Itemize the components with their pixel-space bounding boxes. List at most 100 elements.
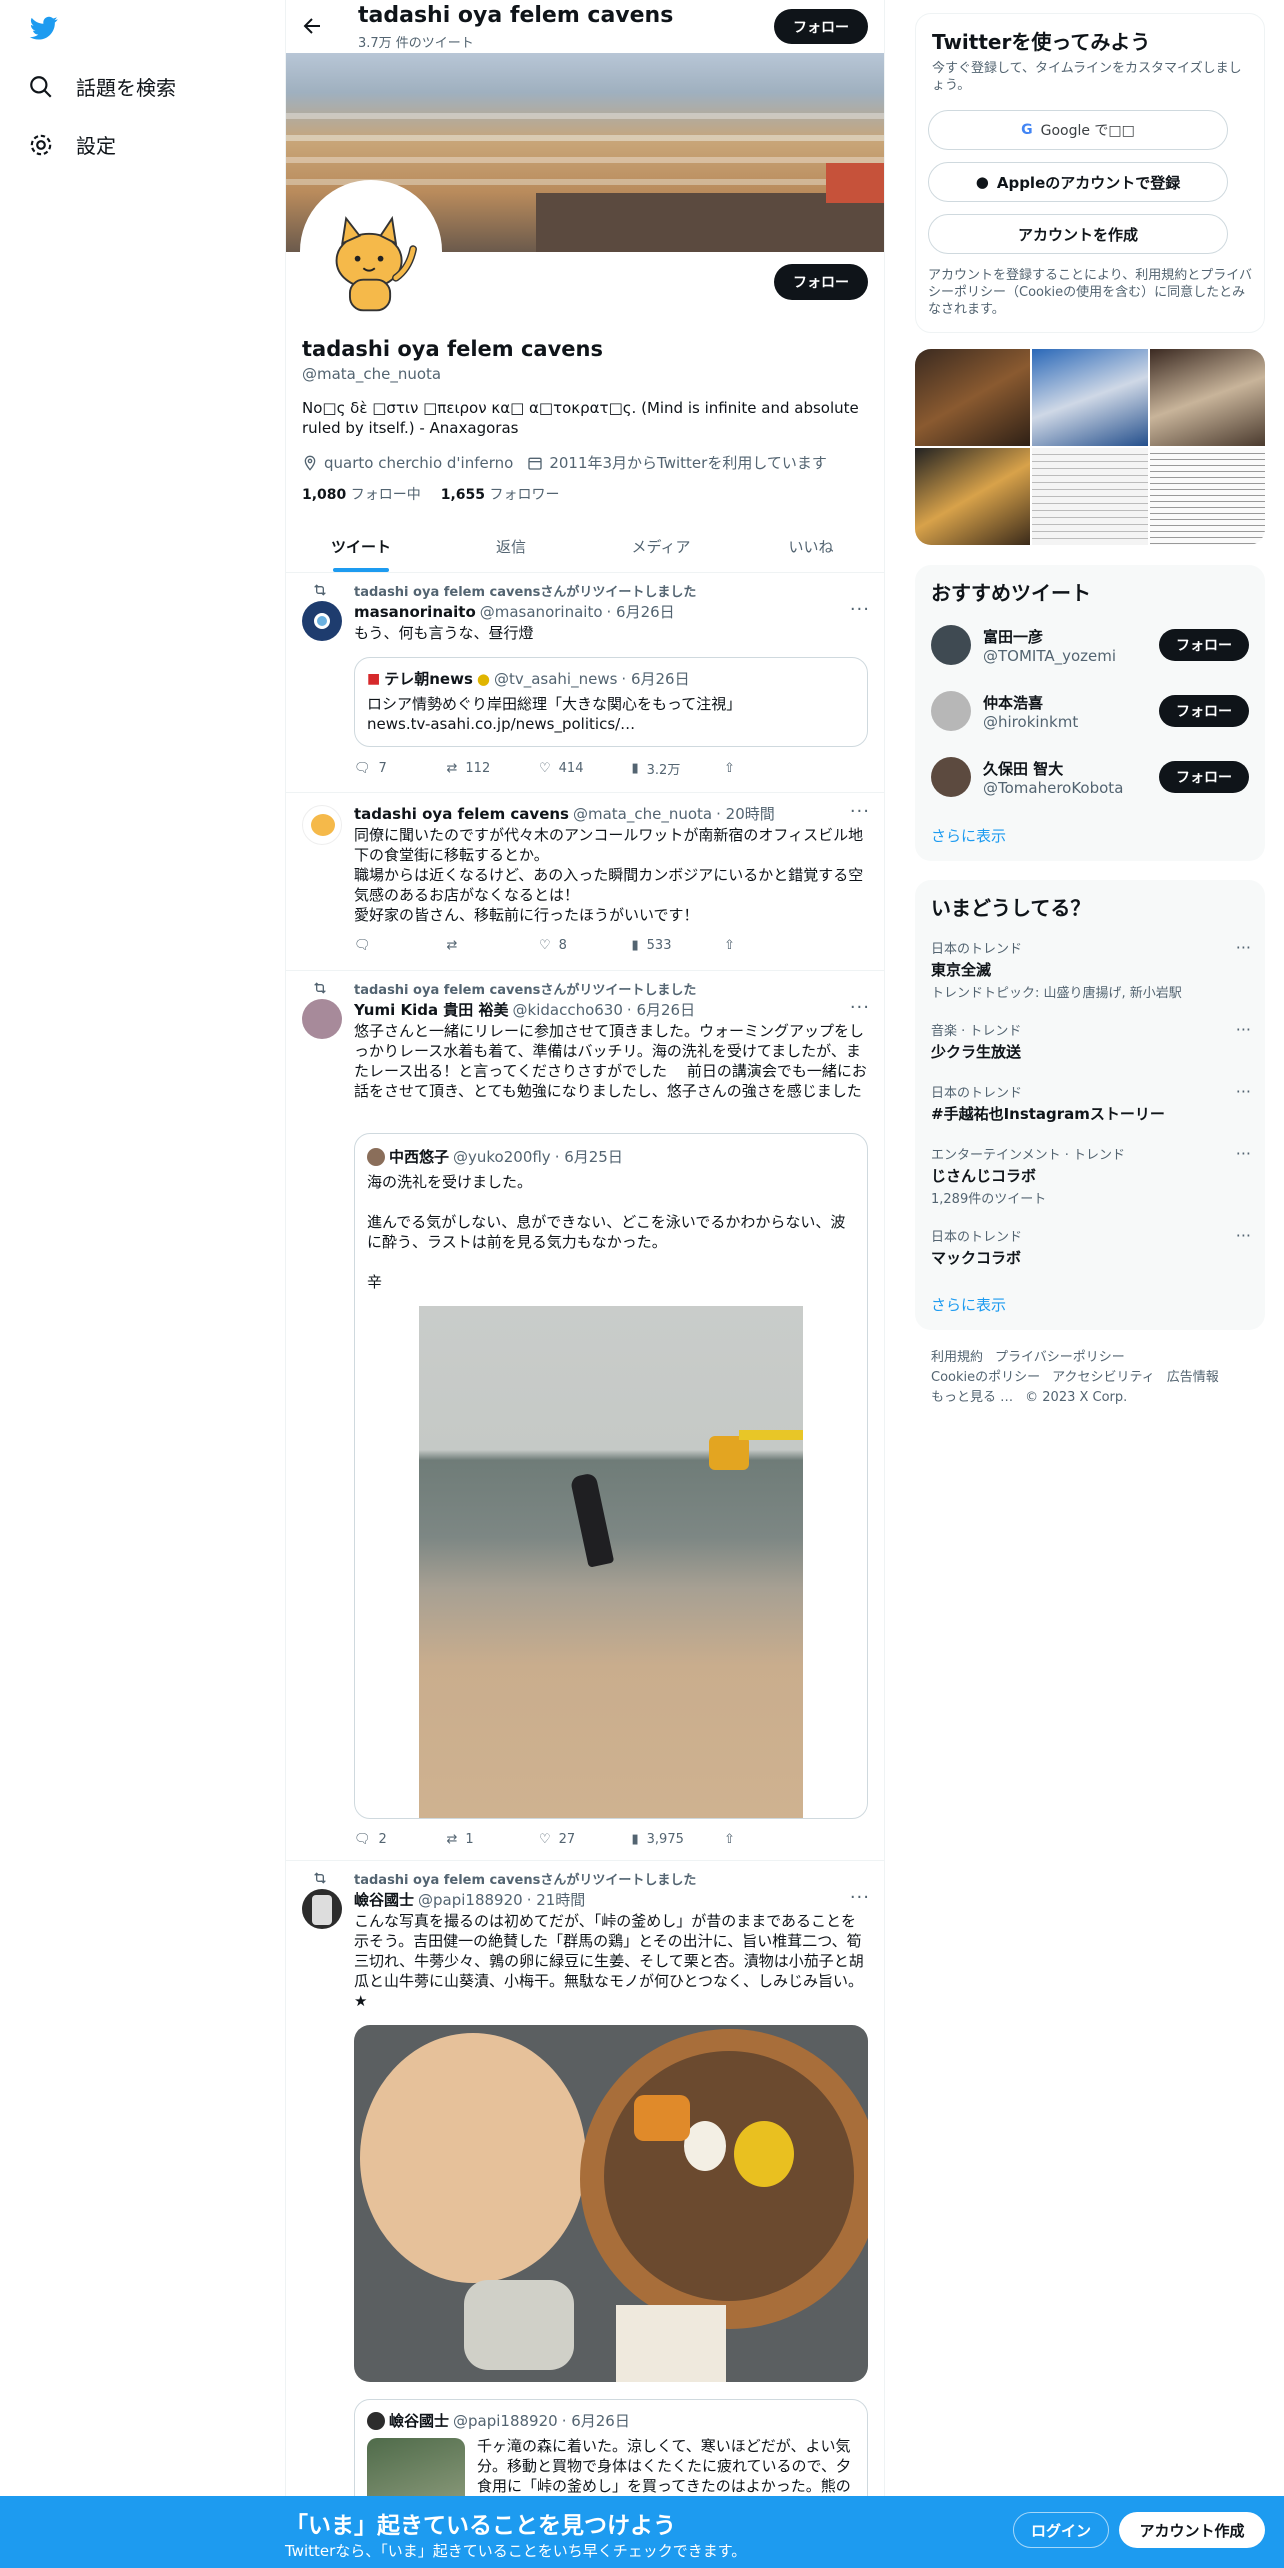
create-account-bottom-button[interactable]: アカウント作成 — [1119, 2512, 1265, 2548]
recommended-user[interactable]: 富田一彦 @TOMITA_yozemi フォロー — [931, 621, 1249, 669]
google-signin-button[interactable]: G Google で□□ — [928, 110, 1228, 150]
tweet-header: masanorinaito @masanorinaito · 6月26日 — [354, 601, 675, 622]
trend-item[interactable]: 音楽 · トレンド 少クラ生放送 ··· — [931, 1020, 1251, 1062]
like-button[interactable]: ♡ 8 — [539, 938, 599, 953]
trend-item[interactable]: エンターテインメント · トレンド じさんじコラボ 1,289件のツイート ··… — [931, 1144, 1251, 1207]
media-thumb[interactable] — [1032, 349, 1148, 446]
twitter-logo-icon[interactable] — [28, 14, 60, 42]
media-thumb[interactable] — [1149, 349, 1265, 446]
more-options-icon[interactable]: ··· — [1236, 1226, 1251, 1245]
trend-item[interactable]: 日本のトレンド マックコラボ ··· — [931, 1226, 1251, 1268]
like-button[interactable]: ♡ 414 — [539, 759, 599, 778]
recommended-user[interactable]: 仲本浩喜 @hirokinkmt フォロー — [931, 687, 1249, 735]
footer-link[interactable]: もっと見る … — [931, 1390, 1013, 1405]
share-icon[interactable]: ⇧ — [724, 938, 784, 953]
header-title: tadashi oya felem cavens — [358, 3, 674, 28]
views-button[interactable]: ▮ 3,975 — [632, 1832, 692, 1847]
nav-settings[interactable]: 設定 — [28, 130, 116, 159]
footer-link[interactable]: プライバシーポリシー — [995, 1350, 1125, 1365]
tweet-date[interactable]: · 6月26日 — [607, 601, 675, 622]
footer-link[interactable]: Cookieのポリシー — [931, 1370, 1040, 1385]
author-handle[interactable]: @mata_che_nuota — [573, 805, 712, 823]
header-follow-button[interactable]: フォロー — [774, 9, 868, 44]
tab-tweets[interactable]: ツイート — [286, 520, 436, 572]
footer-link[interactable]: アクセシビリティ — [1052, 1370, 1155, 1385]
author-name[interactable]: tadashi oya felem cavens — [354, 805, 569, 823]
author-name[interactable]: Yumi Kida 貴田 裕美 — [354, 999, 509, 1020]
show-more-link[interactable]: さらに表示 — [931, 1294, 1006, 1315]
author-name[interactable]: 嶮谷國士 — [354, 1889, 414, 1910]
more-options-icon[interactable]: ··· — [850, 599, 870, 620]
more-options-icon[interactable]: ··· — [1236, 1020, 1251, 1039]
avatar[interactable] — [302, 1889, 342, 1929]
quote-date: · 6月25日 — [554, 1148, 623, 1166]
author-handle[interactable]: @masanorinaito — [480, 603, 603, 621]
follow-button[interactable]: フォロー — [1159, 761, 1249, 793]
profile-meta: quarto cherchio d'inferno 2011年3月からTwitt… — [302, 452, 827, 473]
avatar[interactable] — [302, 805, 342, 845]
reply-button[interactable]: 🗨︎ 2 — [354, 1832, 414, 1847]
footer-link[interactable]: 広告情報 — [1167, 1370, 1219, 1385]
quoted-tweet[interactable]: 中西悠子 @yuko200fly · 6月25日 海の洗礼を受けました。 進んで… — [354, 1133, 868, 1819]
retweet-button[interactable]: ⇄ — [447, 938, 507, 953]
like-button[interactable]: ♡ 27 — [539, 1832, 599, 1847]
tweet[interactable]: tadashi oya felem cavensさんがリツイートしました 嶮谷國… — [286, 1861, 884, 2561]
trend-item[interactable]: 日本のトレンド #手越祐也Instagramストーリー ··· — [931, 1082, 1251, 1124]
quoted-tweet[interactable]: ■ テレ朝news ● @tv_asahi_news · 6月26日 ロシア情勢… — [354, 657, 868, 747]
recommended-user[interactable]: 久保田 智大 @TomaheroKobota フォロー — [931, 753, 1249, 801]
gear-icon — [30, 134, 52, 155]
reply-button[interactable]: 🗨︎ 7 — [354, 759, 414, 778]
footer-link[interactable]: 利用規約 — [931, 1350, 983, 1365]
following-link[interactable]: 1,080 フォロー中 — [302, 484, 421, 504]
trend-item[interactable]: 日本のトレンド 東京全滅 トレンドトピック: 山盛り唐揚げ, 新小岩駅 ··· — [931, 938, 1251, 1001]
share-icon[interactable]: ⇧ — [724, 759, 784, 778]
quote-author: 嶮谷國士 — [389, 2412, 450, 2430]
followers-link[interactable]: 1,655 フォロワー — [441, 484, 560, 504]
nav-explore[interactable]: 話題を検索 — [28, 72, 176, 101]
create-account-button[interactable]: アカウントを作成 — [928, 214, 1228, 254]
share-icon[interactable]: ⇧ — [724, 1832, 784, 1847]
tweet-date[interactable]: · 6月26日 — [627, 999, 695, 1020]
tweet[interactable]: tadashi oya felem cavensさんがリツイートしました Yum… — [286, 971, 884, 1861]
profile-follow-button[interactable]: フォロー — [774, 264, 868, 300]
retweet-button[interactable]: ⇄ 112 — [447, 759, 507, 778]
user-handle: @TOMITA_yozemi — [983, 646, 1117, 665]
avatar[interactable] — [302, 601, 342, 641]
more-options-icon[interactable]: ··· — [1236, 1082, 1251, 1101]
tab-replies[interactable]: 返信 — [436, 520, 586, 572]
more-options-icon[interactable]: ··· — [850, 1887, 870, 1908]
kamameshi-photo[interactable] — [354, 2025, 868, 2382]
login-button[interactable]: ログイン — [1013, 2512, 1109, 2548]
media-thumb[interactable] — [1149, 448, 1265, 545]
more-options-icon[interactable]: ··· — [850, 801, 870, 822]
follow-button[interactable]: フォロー — [1159, 629, 1249, 661]
views-button[interactable]: ▮ 533 — [632, 938, 692, 953]
profile-avatar[interactable] — [300, 180, 442, 322]
tab-media[interactable]: メディア — [586, 520, 736, 572]
views-button[interactable]: ▮ 3.2万 — [632, 759, 692, 778]
follow-button[interactable]: フォロー — [1159, 695, 1249, 727]
tweet[interactable]: tadashi oya felem cavens @mata_che_nuota… — [286, 793, 884, 971]
back-arrow-icon[interactable] — [300, 14, 324, 38]
media-thumb[interactable] — [915, 349, 1031, 446]
author-handle[interactable]: @papi188920 — [418, 1891, 523, 1909]
tweet[interactable]: tadashi oya felem cavensさんがリツイートしました mas… — [286, 573, 884, 793]
media-thumb[interactable] — [1032, 448, 1148, 545]
more-options-icon[interactable]: ··· — [850, 997, 870, 1018]
tweet-date[interactable]: · 20時間 — [716, 803, 775, 824]
signup-subtitle: 今すぐ登録して、タイムラインをカスタマイズしましょう。 — [932, 61, 1242, 93]
more-options-icon[interactable]: ··· — [1236, 938, 1251, 957]
tweet-date[interactable]: · 21時間 — [527, 1889, 586, 1910]
apple-signup-button[interactable]: ● Appleのアカウントで登録 — [928, 162, 1228, 202]
avatar[interactable] — [302, 999, 342, 1039]
beach-photo[interactable] — [419, 1306, 803, 1818]
more-options-icon[interactable]: ··· — [1236, 1144, 1251, 1163]
media-thumb[interactable] — [915, 448, 1031, 545]
show-more-link[interactable]: さらに表示 — [931, 825, 1006, 846]
reply-button[interactable]: 🗨︎ — [354, 938, 414, 953]
retweet-button[interactable]: ⇄ 1 — [447, 1832, 507, 1847]
author-handle[interactable]: @kidaccho630 — [513, 1001, 623, 1019]
avatar — [931, 625, 971, 665]
author-name[interactable]: masanorinaito — [354, 603, 476, 621]
tab-likes[interactable]: いいね — [736, 520, 884, 572]
